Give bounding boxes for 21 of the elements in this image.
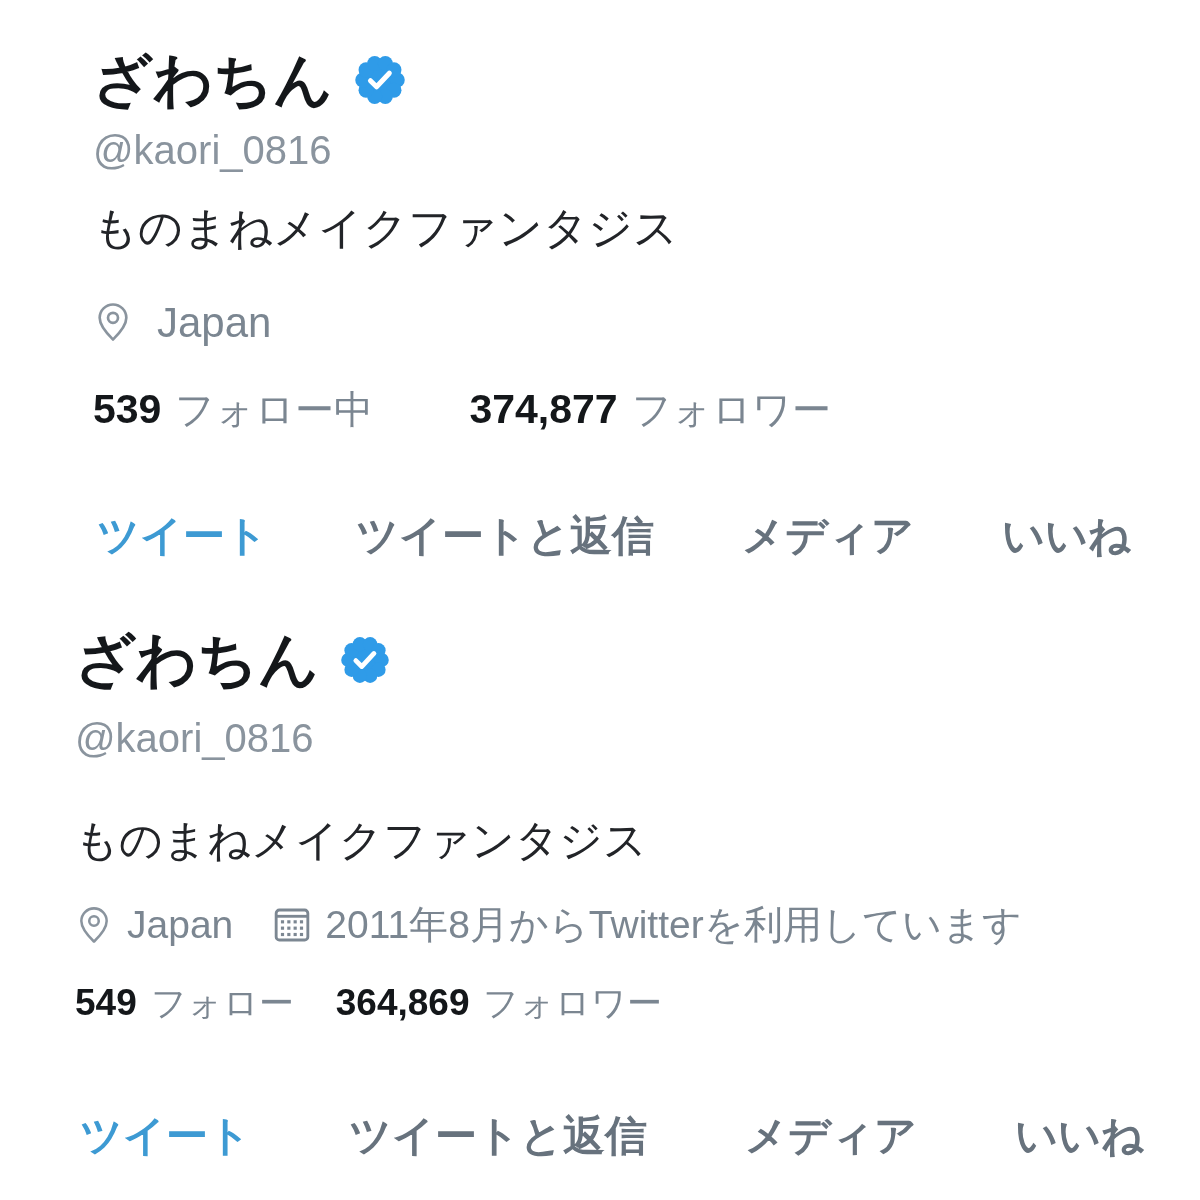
following-count-link[interactable]: 539 フォロー中 xyxy=(93,379,374,441)
profile-handle: @kaori_0816 xyxy=(93,128,332,172)
join-date-text: 2011年8月からTwitterを利用しています xyxy=(325,901,1022,948)
profile-tab[interactable]: いいね xyxy=(1002,503,1131,567)
profile-tab[interactable]: いいね xyxy=(1015,1103,1144,1167)
profile-tab[interactable]: メディア xyxy=(742,503,914,567)
profile-tab[interactable]: メディア xyxy=(745,1103,917,1167)
profile-tab[interactable]: ツイートと返信 xyxy=(349,1103,647,1167)
followers-count-link[interactable]: 374,877 フォロワー xyxy=(469,379,831,441)
profile-name: ざわちん xyxy=(75,628,319,692)
profile-tab[interactable]: ツイートと返信 xyxy=(356,503,654,567)
profile-bio: ものまねメイクファンタジス xyxy=(75,816,647,864)
profile-handle: @kaori_0816 xyxy=(75,716,314,760)
location-text: Japan xyxy=(127,901,234,948)
profile-tab[interactable]: ツイート xyxy=(97,503,268,567)
profile-tab[interactable]: ツイート xyxy=(80,1103,251,1167)
followers-count-link[interactable]: 364,869 フォロワー xyxy=(335,975,663,1031)
following-count-link[interactable]: 549 フォロー xyxy=(75,975,294,1031)
profile-bio: ものまねメイクファンタジス xyxy=(93,203,678,252)
profile-name: ざわちん xyxy=(93,48,333,112)
location-text: Japan xyxy=(157,297,272,348)
